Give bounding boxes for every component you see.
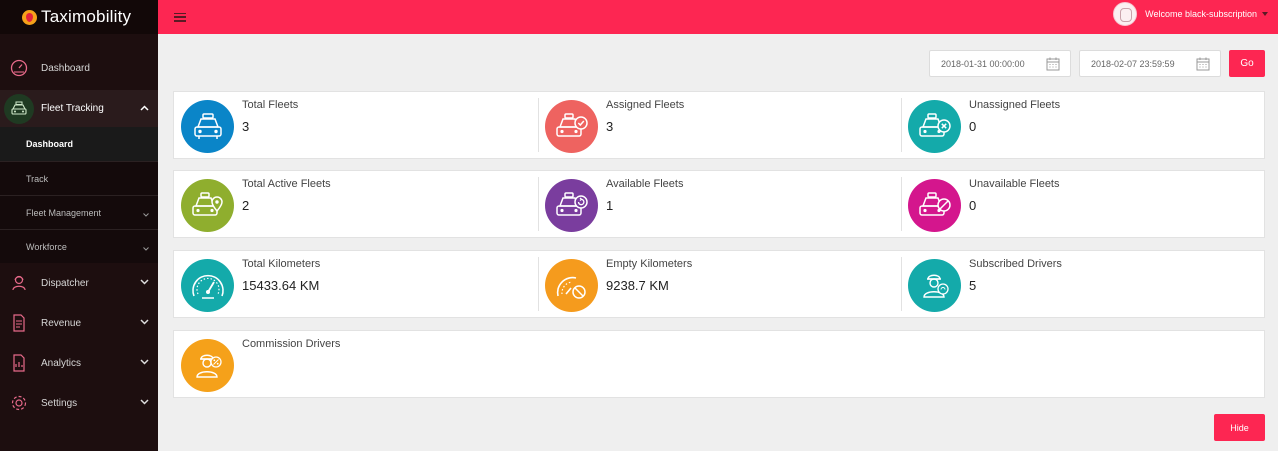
- stat-total-active-fleets: Total Active Fleets 2: [174, 171, 538, 237]
- stat-value: 1: [606, 198, 614, 213]
- sidebar-item-label: Fleet Tracking: [41, 103, 104, 114]
- taxi-block-icon: [908, 179, 961, 232]
- stat-label: Total Active Fleets: [242, 178, 331, 190]
- stat-available-fleets: Available Fleets 1: [538, 171, 902, 237]
- app-name: Taximobility: [41, 7, 132, 26]
- stat-value: 2: [242, 198, 250, 213]
- fleet-tracking-submenu: Dashboard Track Fleet Management Workfor…: [0, 127, 158, 263]
- taxi-location-icon: [181, 179, 234, 232]
- chevron-down-icon: [143, 247, 149, 251]
- end-date-field[interactable]: 2018-02-07 23:59:59: [1079, 50, 1221, 77]
- calendar-icon[interactable]: [1046, 57, 1060, 71]
- stat-total-fleets: Total Fleets 3: [174, 92, 538, 158]
- sidebar-item-label: Dispatcher: [41, 277, 89, 289]
- stat-label: Commission Drivers: [242, 338, 341, 350]
- chevron-down-icon: [140, 399, 149, 405]
- chevron-down-icon: [140, 319, 149, 325]
- stat-label: Empty Kilometers: [606, 258, 693, 270]
- stat-empty-kilometers: Empty Kilometers 9238.7 KM: [538, 251, 902, 317]
- hamburger-menu-icon[interactable]: [174, 12, 186, 22]
- end-date-value: 2018-02-07 23:59:59: [1091, 58, 1175, 69]
- submenu-item-workforce[interactable]: Workforce: [0, 229, 158, 263]
- stats-row-availability: Total Active Fleets 2 Available Fleets 1…: [173, 170, 1265, 238]
- stats-row-commission: Commission Drivers: [173, 330, 1265, 398]
- taxi-icon: [181, 100, 234, 153]
- caret-down-icon: [1262, 12, 1268, 16]
- stat-label: Unavailable Fleets: [969, 178, 1060, 190]
- sidebar-item-dispatcher[interactable]: Dispatcher: [0, 263, 158, 303]
- sidebar-item-fleet-tracking[interactable]: Fleet Tracking: [0, 90, 158, 127]
- top-bar: Welcome black-subscription: [158, 0, 1278, 34]
- driver-commission-icon: [181, 339, 234, 392]
- report-icon: [9, 353, 29, 373]
- chevron-down-icon: [140, 279, 149, 285]
- stat-label: Total Kilometers: [242, 258, 321, 270]
- user-menu[interactable]: Welcome black-subscription: [1113, 2, 1268, 26]
- stat-assigned-fleets: Assigned Fleets 3: [538, 92, 902, 158]
- submenu-item-dashboard[interactable]: Dashboard: [0, 127, 158, 161]
- stat-value: 3: [242, 119, 250, 134]
- stat-unavailable-fleets: Unavailable Fleets 0: [901, 171, 1265, 237]
- taxi-check-icon: [545, 100, 598, 153]
- document-icon: [9, 313, 29, 333]
- stat-total-kilometers: Total Kilometers 15433.64 KM: [174, 251, 538, 317]
- gear-icon: [9, 393, 29, 413]
- sidebar-item-label: Analytics: [41, 357, 82, 369]
- welcome-text: Welcome black-subscription: [1145, 9, 1257, 19]
- stat-value: 3: [606, 119, 614, 134]
- stats-row-fleets: Total Fleets 3 Assigned Fleets 3 Unassig…: [173, 91, 1265, 159]
- submenu-item-track[interactable]: Track: [0, 161, 158, 195]
- taxi-icon: [4, 93, 34, 124]
- sidebar-item-settings[interactable]: Settings: [0, 383, 158, 423]
- submenu-item-label: Fleet Management: [26, 207, 102, 218]
- submenu-item-label: Workforce: [26, 241, 67, 252]
- sidebar-item-label: Dashboard: [41, 62, 90, 74]
- sidebar-item-label: Settings: [41, 397, 78, 409]
- strawberry-logo-icon: [22, 9, 37, 25]
- stat-label: Available Fleets: [606, 178, 684, 190]
- speedometer-block-icon: [545, 259, 598, 312]
- sidebar-item-analytics[interactable]: Analytics: [0, 343, 158, 383]
- avatar: [1113, 2, 1138, 26]
- stat-commission-drivers: Commission Drivers: [174, 331, 538, 397]
- stat-unassigned-fleets: Unassigned Fleets 0: [901, 92, 1265, 158]
- sidebar: Taximobility Dashboard Fleet Tracking Da…: [0, 0, 158, 451]
- sidebar-item-dashboard[interactable]: Dashboard: [0, 48, 158, 88]
- speedometer-icon: [181, 259, 234, 312]
- hide-button[interactable]: Hide: [1214, 414, 1265, 441]
- driver-subscribed-icon: [908, 259, 961, 312]
- stat-value: 0: [969, 198, 977, 213]
- stats-row-distance: Total Kilometers 15433.64 KM Empty Kilom…: [173, 250, 1265, 318]
- taxi-cross-icon: [908, 100, 961, 153]
- submenu-item-fleet-management[interactable]: Fleet Management: [0, 195, 158, 229]
- stat-label: Subscribed Drivers: [969, 258, 1062, 270]
- stat-label: Total Fleets: [242, 99, 299, 111]
- speedometer-icon: [9, 58, 29, 78]
- start-date-value: 2018-01-31 00:00:00: [941, 58, 1025, 69]
- stat-value: 15433.64 KM: [242, 278, 320, 293]
- stat-label: Assigned Fleets: [606, 99, 685, 111]
- go-button[interactable]: Go: [1229, 50, 1265, 77]
- sidebar-menu: Dashboard Fleet Tracking Dashboard Track…: [0, 34, 158, 423]
- calendar-icon[interactable]: [1196, 57, 1210, 71]
- stat-value: 9238.7 KM: [606, 278, 669, 293]
- chevron-up-icon: [140, 105, 149, 111]
- taxi-refresh-icon: [545, 179, 598, 232]
- stat-value: 5: [969, 278, 977, 293]
- sidebar-item-label: Revenue: [41, 317, 82, 329]
- brand[interactable]: Taximobility: [0, 0, 158, 34]
- stat-label: Unassigned Fleets: [969, 99, 1061, 111]
- sidebar-item-revenue[interactable]: Revenue: [0, 303, 158, 343]
- chevron-down-icon: [140, 359, 149, 365]
- dispatcher-icon: [9, 273, 29, 293]
- stat-subscribed-drivers: Subscribed Drivers 5: [901, 251, 1265, 317]
- stat-value: 0: [969, 119, 977, 134]
- start-date-field[interactable]: 2018-01-31 00:00:00: [929, 50, 1071, 77]
- chevron-down-icon: [143, 213, 149, 217]
